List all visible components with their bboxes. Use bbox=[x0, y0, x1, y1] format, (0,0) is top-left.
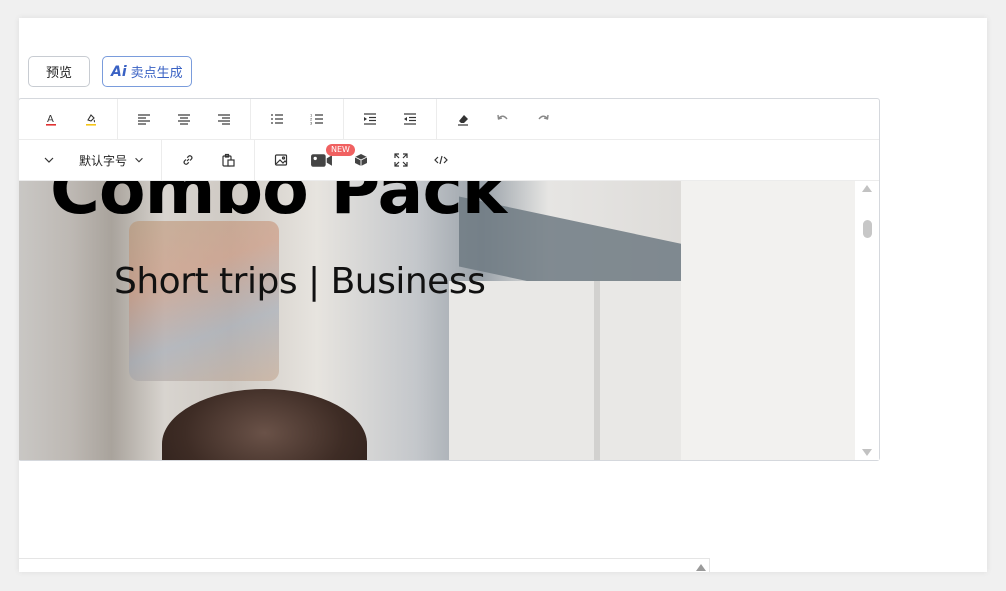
toolbar-group-history bbox=[437, 99, 569, 139]
banner-headline: Combo Pack bbox=[50, 181, 507, 230]
toolbar-group-media: NEW bbox=[255, 140, 467, 180]
vertical-scrollbar[interactable] bbox=[856, 181, 879, 460]
redo-icon[interactable] bbox=[523, 104, 563, 134]
lower-scroll-up-icon[interactable] bbox=[696, 564, 706, 571]
align-right-icon[interactable] bbox=[204, 104, 244, 134]
scrollbar-thumb[interactable] bbox=[863, 220, 872, 238]
ai-selling-points-button[interactable]: Ai 卖点生成 bbox=[102, 56, 192, 87]
ai-logo-icon: Ai bbox=[111, 63, 127, 80]
building-wall bbox=[449, 281, 681, 460]
svg-text:A: A bbox=[47, 114, 54, 125]
editor-content[interactable]: Combo Pack Short trips | Business bbox=[19, 181, 855, 460]
scroll-down-icon[interactable] bbox=[862, 449, 872, 456]
align-left-icon[interactable] bbox=[124, 104, 164, 134]
lower-panel-border bbox=[19, 558, 709, 559]
code-icon[interactable] bbox=[421, 145, 461, 175]
chevron-down-icon bbox=[135, 157, 143, 163]
undo-icon[interactable] bbox=[483, 104, 523, 134]
chevron-down-icon[interactable] bbox=[29, 145, 69, 175]
font-size-select[interactable]: 默认字号 bbox=[69, 145, 155, 175]
image-icon[interactable] bbox=[261, 145, 301, 175]
product-banner-image: Combo Pack Short trips | Business bbox=[19, 181, 681, 460]
align-center-icon[interactable] bbox=[164, 104, 204, 134]
cube-icon[interactable] bbox=[341, 145, 381, 175]
toolbar-group-format: 默认字号 bbox=[19, 140, 163, 180]
top-buttons: 预览 Ai 卖点生成 bbox=[28, 56, 192, 87]
toolbar-row-1: A 1 2 3 bbox=[19, 99, 879, 140]
font-color-icon[interactable]: A bbox=[31, 104, 71, 134]
page: 预览 Ai 卖点生成 A 1 2 3 默认字号 NEW Combo Pack S… bbox=[19, 18, 987, 572]
toolbar-group-indent bbox=[344, 99, 437, 139]
toolbar-group-color: A bbox=[19, 99, 118, 139]
outdent-icon[interactable] bbox=[390, 104, 430, 134]
ai-button-label: 卖点生成 bbox=[130, 65, 183, 80]
bulleted-list-icon[interactable] bbox=[257, 104, 297, 134]
toolbar-group-align bbox=[118, 99, 251, 139]
lower-panel-divider bbox=[709, 558, 710, 572]
person-hair bbox=[162, 389, 367, 460]
highlight-icon[interactable] bbox=[71, 104, 111, 134]
svg-text:3: 3 bbox=[310, 121, 313, 126]
toolbar-row-2: 默认字号 NEW bbox=[19, 140, 879, 181]
building-column bbox=[594, 281, 600, 460]
paste-icon[interactable] bbox=[208, 145, 248, 175]
toolbar-group-insert bbox=[162, 140, 256, 180]
indent-icon[interactable] bbox=[350, 104, 390, 134]
scroll-up-icon[interactable] bbox=[862, 185, 872, 192]
numbered-list-icon[interactable]: 123 bbox=[297, 104, 337, 134]
eraser-icon[interactable] bbox=[443, 104, 483, 134]
fullscreen-icon[interactable] bbox=[381, 145, 421, 175]
preview-button[interactable]: 预览 bbox=[28, 56, 90, 87]
video-icon[interactable]: NEW bbox=[301, 144, 355, 175]
link-icon[interactable] bbox=[168, 145, 208, 175]
font-size-label: 默认字号 bbox=[79, 153, 128, 168]
toolbar-group-list: 123 bbox=[251, 99, 344, 139]
banner-subline: Short trips | Business bbox=[114, 261, 486, 302]
rich-text-editor: A 1 2 3 默认字号 NEW Combo Pack Short trips … bbox=[19, 98, 880, 461]
